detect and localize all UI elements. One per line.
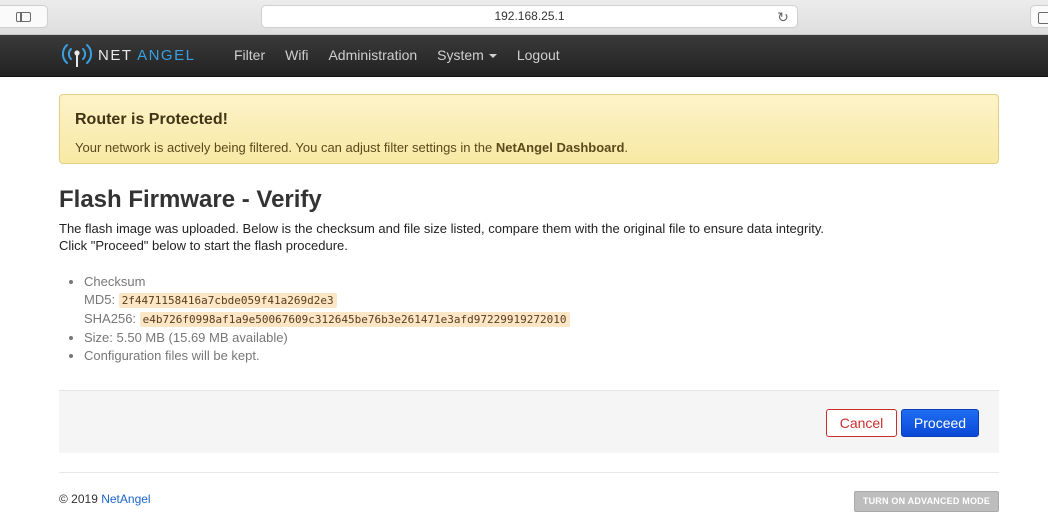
- nav-item-system[interactable]: System: [427, 35, 507, 76]
- sha256-row: SHA256: e4b726f0998af1a9e50067609c312645…: [84, 310, 570, 329]
- caret-down-icon: [488, 54, 497, 59]
- nav-item-wifi[interactable]: Wifi: [275, 35, 318, 76]
- brand-logo[interactable]: NET ANGEL: [62, 41, 195, 69]
- sha256-label: SHA256:: [84, 311, 137, 326]
- alert-dashboard-name: NetAngel Dashboard: [495, 140, 625, 155]
- netangel-link[interactable]: NetAngel: [101, 492, 150, 506]
- nav-item-administration[interactable]: Administration: [318, 35, 427, 76]
- brand-prefix: NET: [98, 46, 133, 64]
- copyright-text: © 2019: [59, 492, 102, 506]
- address-bar[interactable]: 192.168.25.1 ↻: [261, 5, 798, 28]
- description-line-2: Click "Proceed" below to start the flash…: [59, 238, 348, 253]
- proceed-button[interactable]: Proceed: [901, 409, 979, 437]
- list-item-checksum: Checksum MD5: 2f4471158416a7cbde059f41a2…: [84, 273, 570, 329]
- brand-suffix: ANGEL: [137, 46, 196, 64]
- nav-item-logout[interactable]: Logout: [507, 35, 570, 76]
- copyright: © 2019 NetAngel: [59, 492, 151, 506]
- list-item-size: Size: 5.50 MB (15.69 MB available): [84, 329, 570, 347]
- footer-divider: [59, 472, 999, 473]
- url-text: 192.168.25.1: [494, 9, 565, 23]
- md5-row: MD5: 2f4471158416a7cbde059f41a269d2e3: [84, 291, 570, 310]
- nav-item-filter[interactable]: Filter: [224, 35, 275, 76]
- cancel-button[interactable]: Cancel: [826, 409, 897, 437]
- md5-value: 2f4471158416a7cbde059f41a269d2e3: [118, 293, 337, 308]
- checksum-label: Checksum: [84, 274, 146, 289]
- page-title: Flash Firmware - Verify: [59, 186, 322, 213]
- nav-item-system-label: System: [437, 47, 484, 63]
- toolbar-edge-button[interactable]: [1030, 5, 1048, 28]
- list-item-config: Configuration files will be kept.: [84, 347, 570, 365]
- description-line-1: The flash image was uploaded. Below is t…: [59, 221, 824, 236]
- brand-name: NET ANGEL: [98, 47, 195, 64]
- alert-text-before: Your network is actively being filtered.…: [75, 140, 496, 155]
- md5-label: MD5:: [84, 292, 116, 307]
- sha256-value: e4b726f0998af1a9e50067609c312645be76b3e2…: [139, 312, 570, 327]
- alert-text: Your network is actively being filtered.…: [75, 140, 628, 155]
- verify-details-list: Checksum MD5: 2f4471158416a7cbde059f41a2…: [59, 273, 570, 365]
- alert-text-after: .: [624, 140, 629, 155]
- reload-icon[interactable]: ↻: [775, 9, 791, 25]
- sidebar-icon: [16, 12, 31, 22]
- alert-title: Router is Protected!: [75, 111, 228, 128]
- sidebar-toggle-button[interactable]: [0, 5, 48, 28]
- page-description: The flash image was uploaded. Below is t…: [59, 220, 824, 254]
- window-icon: [1038, 12, 1048, 24]
- protection-alert: Router is Protected! Your network is act…: [59, 94, 999, 164]
- nav-menu: Filter Wifi Administration System Logout: [224, 35, 570, 76]
- form-actions: Cancel Proceed: [59, 390, 999, 453]
- advanced-mode-button[interactable]: TURN ON ADVANCED MODE: [854, 491, 999, 512]
- wifi-antenna-icon: [62, 44, 92, 67]
- top-navbar: NET ANGEL Filter Wifi Administration Sys…: [0, 35, 1048, 77]
- browser-toolbar: 192.168.25.1 ↻: [0, 0, 1048, 35]
